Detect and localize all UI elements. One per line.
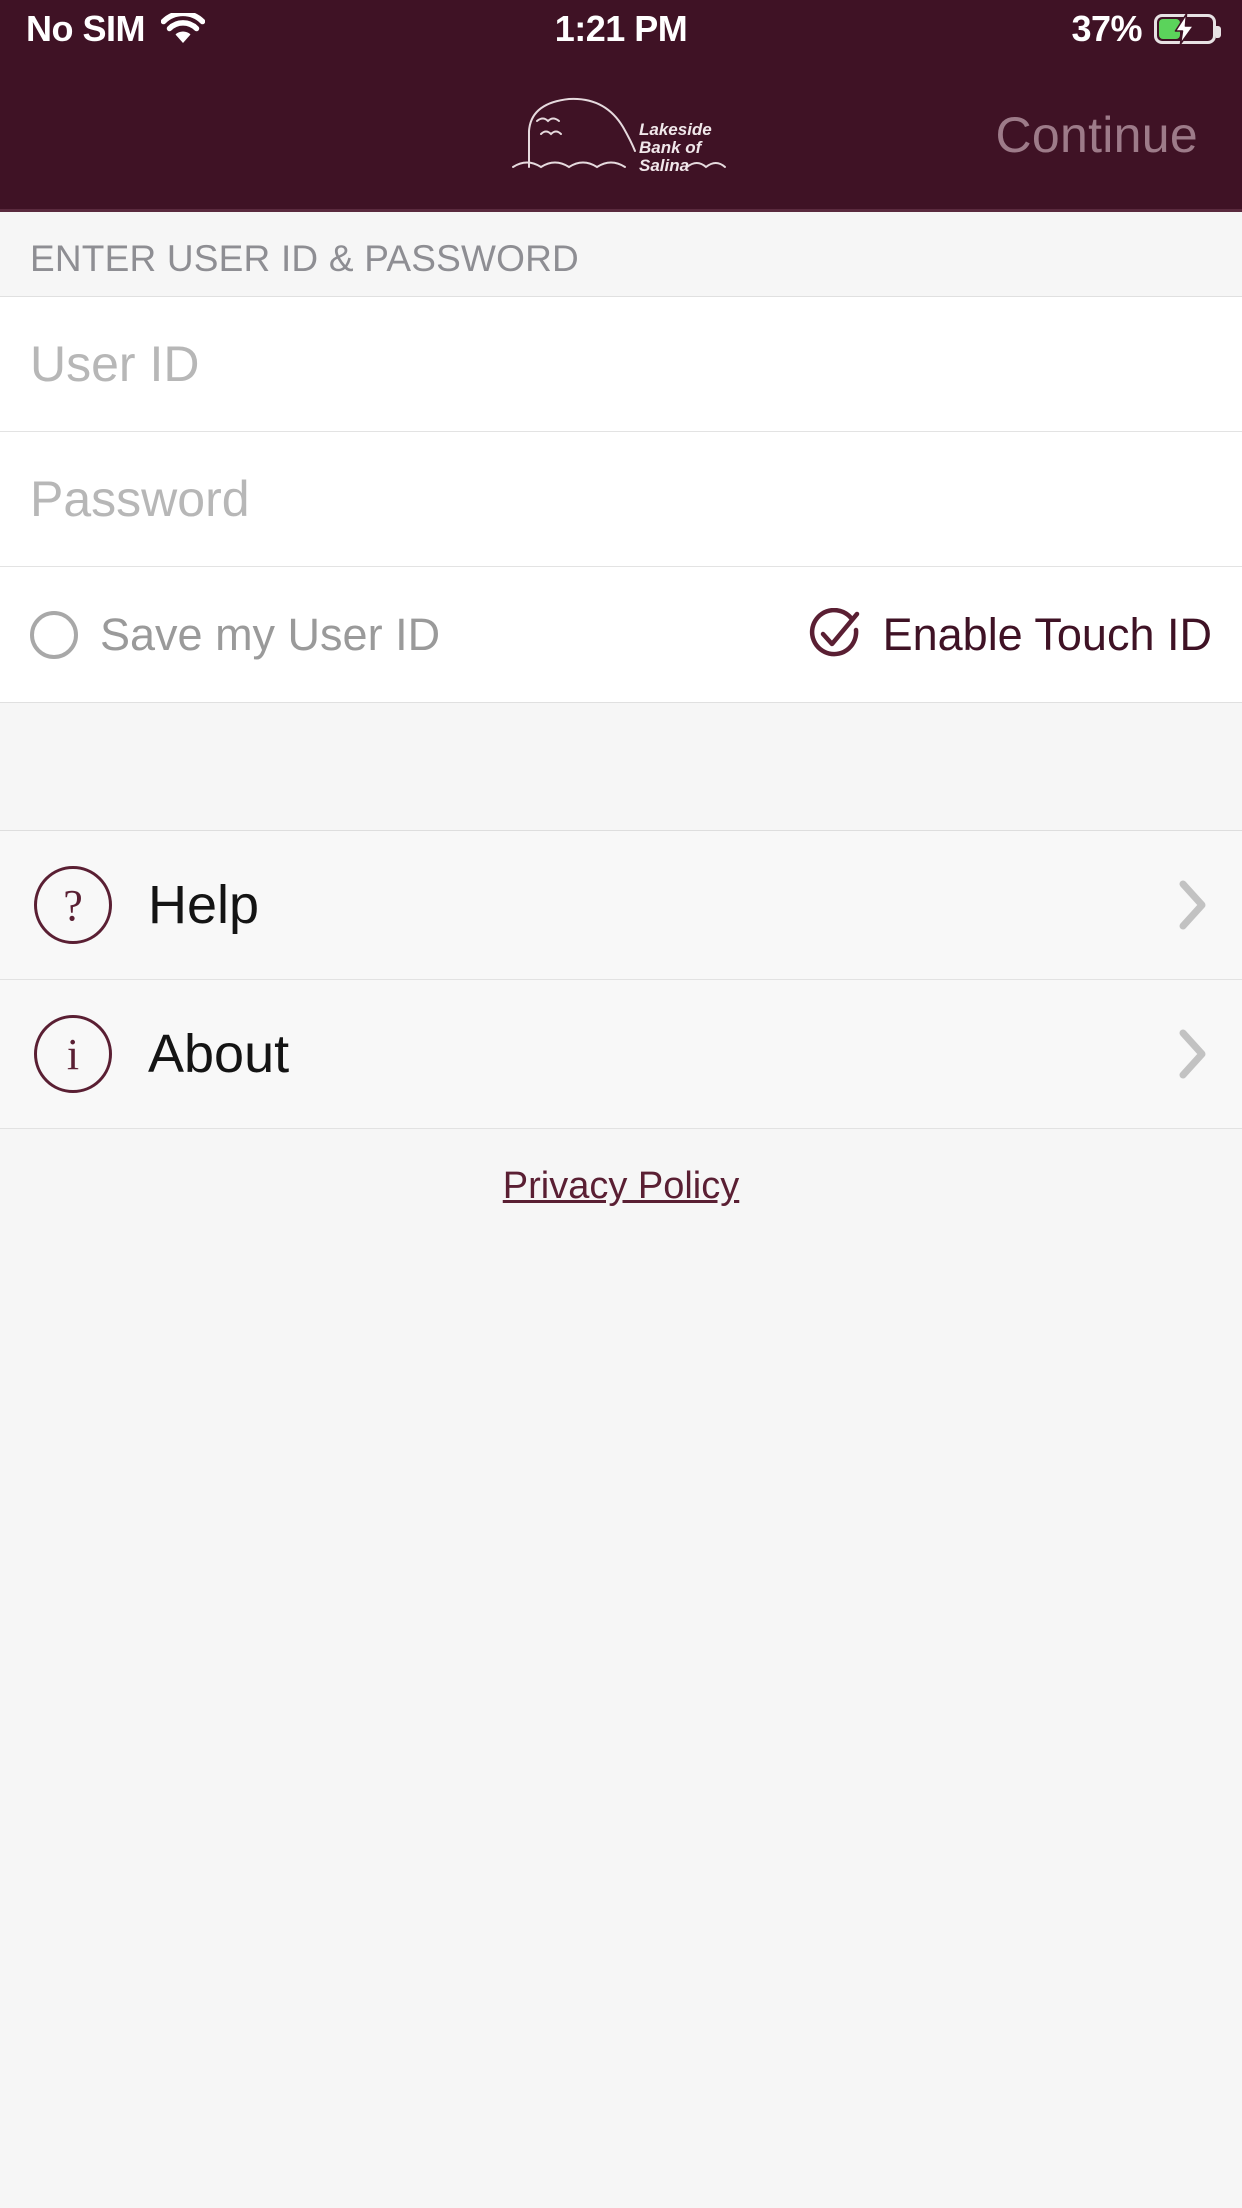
login-form-card: Save my User ID Enable Touch ID — [0, 296, 1242, 703]
password-input[interactable] — [30, 470, 1212, 528]
continue-button[interactable]: Continue — [995, 106, 1198, 164]
password-field-row[interactable] — [0, 432, 1242, 567]
logo-line-1: Lakeside — [639, 120, 712, 139]
enable-touch-id-toggle[interactable]: Enable Touch ID — [807, 607, 1212, 662]
nav-bar: Lakeside Bank of Salina Continue — [0, 58, 1242, 212]
battery-cap — [1216, 26, 1221, 38]
save-user-id-label: Save my User ID — [100, 608, 441, 660]
menu-item-help[interactable]: ? Help — [0, 831, 1242, 980]
footer: Privacy Policy — [0, 1129, 1242, 1208]
app-header: No SIM 1:21 PM 37% Lakeside Bank of Sali… — [0, 0, 1242, 212]
menu-item-about-label: About — [148, 1024, 290, 1084]
info-circle-icon: i — [34, 1015, 112, 1093]
logo-line-2: Bank of — [639, 138, 704, 157]
user-id-field-row[interactable] — [0, 297, 1242, 432]
save-user-id-toggle[interactable]: Save my User ID — [30, 609, 440, 661]
status-bar-left: No SIM — [26, 8, 205, 50]
battery-percent-label: 37% — [1071, 8, 1142, 49]
status-bar-right: 37% — [1071, 8, 1221, 50]
menu-item-about[interactable]: i About — [0, 980, 1242, 1129]
secondary-menu: ? Help i About — [0, 831, 1242, 1129]
check-circle-icon — [809, 607, 859, 656]
chevron-right-icon — [1179, 880, 1206, 930]
wifi-icon — [161, 13, 205, 43]
privacy-policy-link[interactable]: Privacy Policy — [503, 1165, 740, 1208]
circle-outline-icon — [30, 610, 78, 659]
app-root: No SIM 1:21 PM 37% Lakeside Bank of Sali… — [0, 0, 1242, 2208]
chevron-right-icon — [1179, 1029, 1206, 1079]
question-mark-circle-icon: ? — [34, 866, 112, 944]
clock-label: 1:21 PM — [554, 8, 688, 49]
login-options-row: Save my User ID Enable Touch ID — [0, 567, 1242, 702]
lakeside-bank-logo: Lakeside Bank of Salina — [512, 97, 726, 175]
form-section-title: ENTER USER ID & PASSWORD — [0, 212, 1242, 296]
user-id-input[interactable] — [30, 335, 1212, 393]
battery-charging-icon — [1154, 14, 1221, 44]
page-filler — [0, 1208, 1242, 2208]
menu-item-help-label: Help — [148, 875, 260, 935]
enable-touch-id-label: Enable Touch ID — [882, 608, 1212, 660]
section-spacer — [0, 703, 1242, 831]
logo-line-3: Salina — [639, 156, 689, 175]
carrier-label: No SIM — [26, 8, 146, 49]
charging-bolt-icon — [1174, 14, 1195, 44]
status-bar: No SIM 1:21 PM 37% — [0, 0, 1242, 58]
